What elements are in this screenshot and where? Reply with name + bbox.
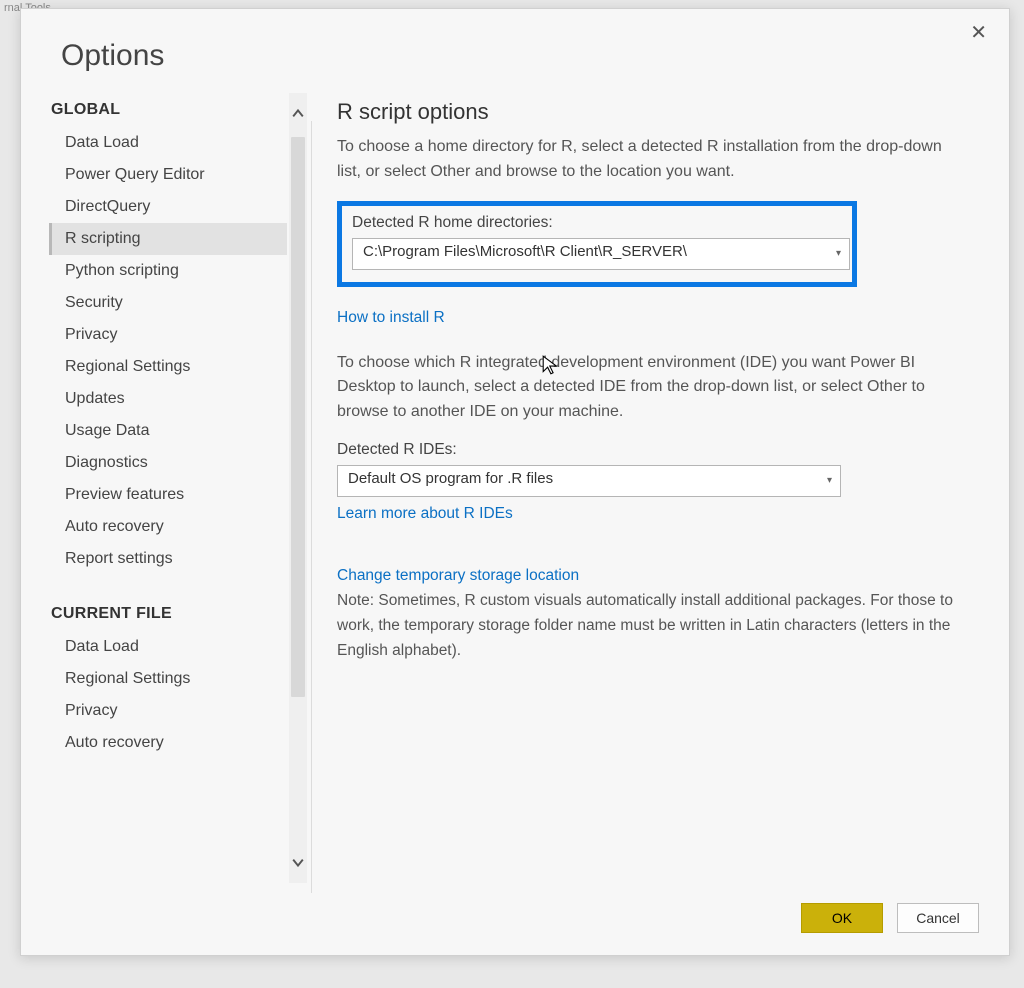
panel-heading: R script options bbox=[337, 99, 969, 125]
sidebar: GLOBAL Data Load Power Query Editor Dire… bbox=[49, 93, 307, 883]
sidebar-item-privacy[interactable]: Privacy bbox=[49, 319, 287, 351]
chevron-down-icon: ▾ bbox=[836, 248, 841, 259]
install-r-link[interactable]: How to install R bbox=[337, 309, 445, 327]
r-home-select[interactable]: C:\Program Files\Microsoft\R Client\R_SE… bbox=[352, 238, 850, 270]
dialog-footer: OK Cancel bbox=[801, 903, 979, 933]
main-panel: R script options To choose a home direct… bbox=[307, 93, 1009, 883]
sidebar-item-r-scripting[interactable]: R scripting bbox=[49, 223, 287, 255]
r-home-highlight: Detected R home directories: C:\Program … bbox=[337, 201, 857, 287]
sidebar-item-diagnostics[interactable]: Diagnostics bbox=[49, 447, 287, 479]
sidebar-item-report-settings[interactable]: Report settings bbox=[49, 543, 287, 575]
sidebar-item-cf-regional-settings[interactable]: Regional Settings bbox=[49, 663, 287, 695]
sidebar-item-cf-data-load[interactable]: Data Load bbox=[49, 631, 287, 663]
dialog-title: Options bbox=[61, 39, 1009, 73]
cancel-button[interactable]: Cancel bbox=[897, 903, 979, 933]
r-home-label: Detected R home directories: bbox=[352, 214, 842, 232]
scroll-up-icon[interactable] bbox=[289, 105, 307, 123]
options-dialog: ✕ Options GLOBAL Data Load Power Query E… bbox=[20, 8, 1010, 956]
sidebar-item-python-scripting[interactable]: Python scripting bbox=[49, 255, 287, 287]
ok-button[interactable]: OK bbox=[801, 903, 883, 933]
vertical-separator bbox=[311, 121, 312, 893]
scrollbar-thumb[interactable] bbox=[291, 137, 305, 697]
scroll-down-icon[interactable] bbox=[289, 853, 307, 871]
ide-description-text: To choose which R integrated development… bbox=[337, 351, 969, 425]
sidebar-section-current-file: CURRENT FILE bbox=[49, 597, 287, 631]
r-ide-label: Detected R IDEs: bbox=[337, 441, 969, 459]
r-ide-select-value: Default OS program for .R files bbox=[348, 470, 553, 487]
sidebar-item-updates[interactable]: Updates bbox=[49, 383, 287, 415]
sidebar-item-data-load[interactable]: Data Load bbox=[49, 127, 287, 159]
sidebar-scrollbar[interactable] bbox=[289, 93, 307, 883]
sidebar-item-cf-auto-recovery[interactable]: Auto recovery bbox=[49, 727, 287, 759]
sidebar-item-power-query-editor[interactable]: Power Query Editor bbox=[49, 159, 287, 191]
sidebar-item-security[interactable]: Security bbox=[49, 287, 287, 319]
r-home-select-value: C:\Program Files\Microsoft\R Client\R_SE… bbox=[363, 243, 687, 260]
sidebar-item-directquery[interactable]: DirectQuery bbox=[49, 191, 287, 223]
chevron-down-icon: ▾ bbox=[827, 475, 832, 486]
sidebar-section-global: GLOBAL bbox=[49, 93, 287, 127]
temp-storage-note: Note: Sometimes, R custom visuals automa… bbox=[337, 589, 969, 663]
r-ide-select[interactable]: Default OS program for .R files ▾ bbox=[337, 465, 841, 497]
sidebar-item-preview-features[interactable]: Preview features bbox=[49, 479, 287, 511]
sidebar-item-regional-settings[interactable]: Regional Settings bbox=[49, 351, 287, 383]
learn-ide-link[interactable]: Learn more about R IDEs bbox=[337, 505, 513, 523]
panel-intro-text: To choose a home directory for R, select… bbox=[337, 135, 969, 185]
sidebar-item-auto-recovery[interactable]: Auto recovery bbox=[49, 511, 287, 543]
sidebar-item-usage-data[interactable]: Usage Data bbox=[49, 415, 287, 447]
sidebar-item-cf-privacy[interactable]: Privacy bbox=[49, 695, 287, 727]
change-temp-storage-link[interactable]: Change temporary storage location bbox=[337, 567, 579, 585]
close-icon[interactable]: ✕ bbox=[962, 19, 995, 47]
